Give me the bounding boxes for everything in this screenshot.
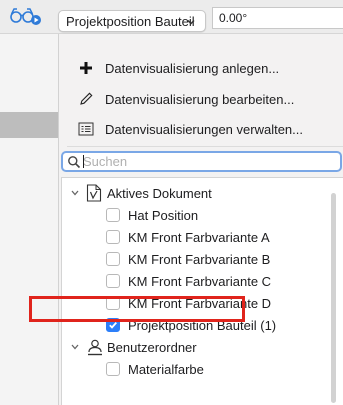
menu-separator (67, 146, 343, 147)
visualization-dropdown[interactable]: Projektposition Bauteil (58, 10, 206, 32)
tree-item[interactable]: KM Front Farbvariante C (62, 270, 332, 292)
tree-item[interactable]: Hat Position (62, 204, 332, 226)
tree-item[interactable]: KM Front Farbvariante D (62, 292, 332, 314)
document-icon (86, 184, 102, 205)
plus-icon (77, 59, 95, 77)
left-panel-background (0, 34, 58, 405)
search-field[interactable] (61, 151, 342, 172)
glasses-play-icon (8, 5, 44, 30)
tree-item-label: KM Front Farbvariante C (128, 273, 272, 289)
menu-item-label: Datenvisualisierungen verwalten... (105, 121, 303, 137)
tree-scrollbar[interactable] (331, 193, 336, 403)
user-folder-icon (87, 339, 103, 359)
visualization-tree: Aktives Dokument Hat Position KM Front F… (61, 177, 343, 405)
tree-item-label: KM Front Farbvariante D (128, 295, 272, 311)
text-caret (83, 155, 84, 168)
chevron-down-icon (184, 15, 198, 29)
checkbox[interactable] (106, 208, 120, 222)
tree-item[interactable]: Materialfarbe (62, 358, 332, 380)
menu-item-label: Datenvisualisierung anlegen... (105, 60, 280, 76)
menu-item-create-visualization[interactable]: Datenvisualisierung anlegen... (59, 54, 343, 82)
tree-group-user-folder[interactable]: Benutzerordner (62, 336, 332, 358)
pencil-icon (77, 90, 95, 108)
search-input[interactable] (83, 153, 333, 170)
tree-item-label: Materialfarbe (128, 361, 204, 377)
tree-item-label: KM Front Farbvariante B (128, 251, 271, 267)
checkbox[interactable] (106, 362, 120, 376)
checkbox[interactable] (106, 252, 120, 266)
menu-item-label: Datenvisualisierung bearbeiten... (105, 91, 295, 107)
tree-group-label: Benutzerordner (107, 339, 197, 355)
angle-input[interactable]: 0.00° (212, 7, 343, 29)
checkbox[interactable] (106, 230, 120, 244)
tree-item-label: Projektposition Bauteil (1) (128, 317, 277, 333)
visualization-menu: Datenvisualisierung anlegen... Datenvisu… (58, 34, 343, 405)
chevron-down-icon[interactable] (70, 188, 80, 198)
tree-item-label: KM Front Farbvariante A (128, 229, 270, 245)
tree-item-label: Hat Position (128, 207, 199, 223)
chevron-down-icon[interactable] (70, 342, 80, 352)
visualization-toggle-button[interactable] (8, 6, 54, 28)
checkbox-checked[interactable] (106, 318, 120, 332)
checkbox[interactable] (106, 296, 120, 310)
tree-item[interactable]: KM Front Farbvariante A (62, 226, 332, 248)
list-manage-icon (77, 120, 95, 138)
tree-item-selected[interactable]: Projektposition Bauteil (1) (62, 314, 332, 336)
tree-item[interactable]: KM Front Farbvariante B (62, 248, 332, 270)
tree-group-active-document[interactable]: Aktives Dokument (62, 182, 332, 204)
left-panel-band (0, 112, 58, 138)
menu-item-manage-visualizations[interactable]: Datenvisualisierungen verwalten... (59, 115, 343, 143)
checkbox[interactable] (106, 274, 120, 288)
checkmark-icon (109, 321, 117, 329)
menu-item-edit-visualization[interactable]: Datenvisualisierung bearbeiten... (59, 85, 343, 113)
dropdown-value: Projektposition Bauteil (66, 13, 195, 29)
tree-group-label: Aktives Dokument (107, 185, 212, 201)
toolbar: Projektposition Bauteil 0.00° (0, 0, 343, 34)
search-icon (67, 155, 81, 169)
